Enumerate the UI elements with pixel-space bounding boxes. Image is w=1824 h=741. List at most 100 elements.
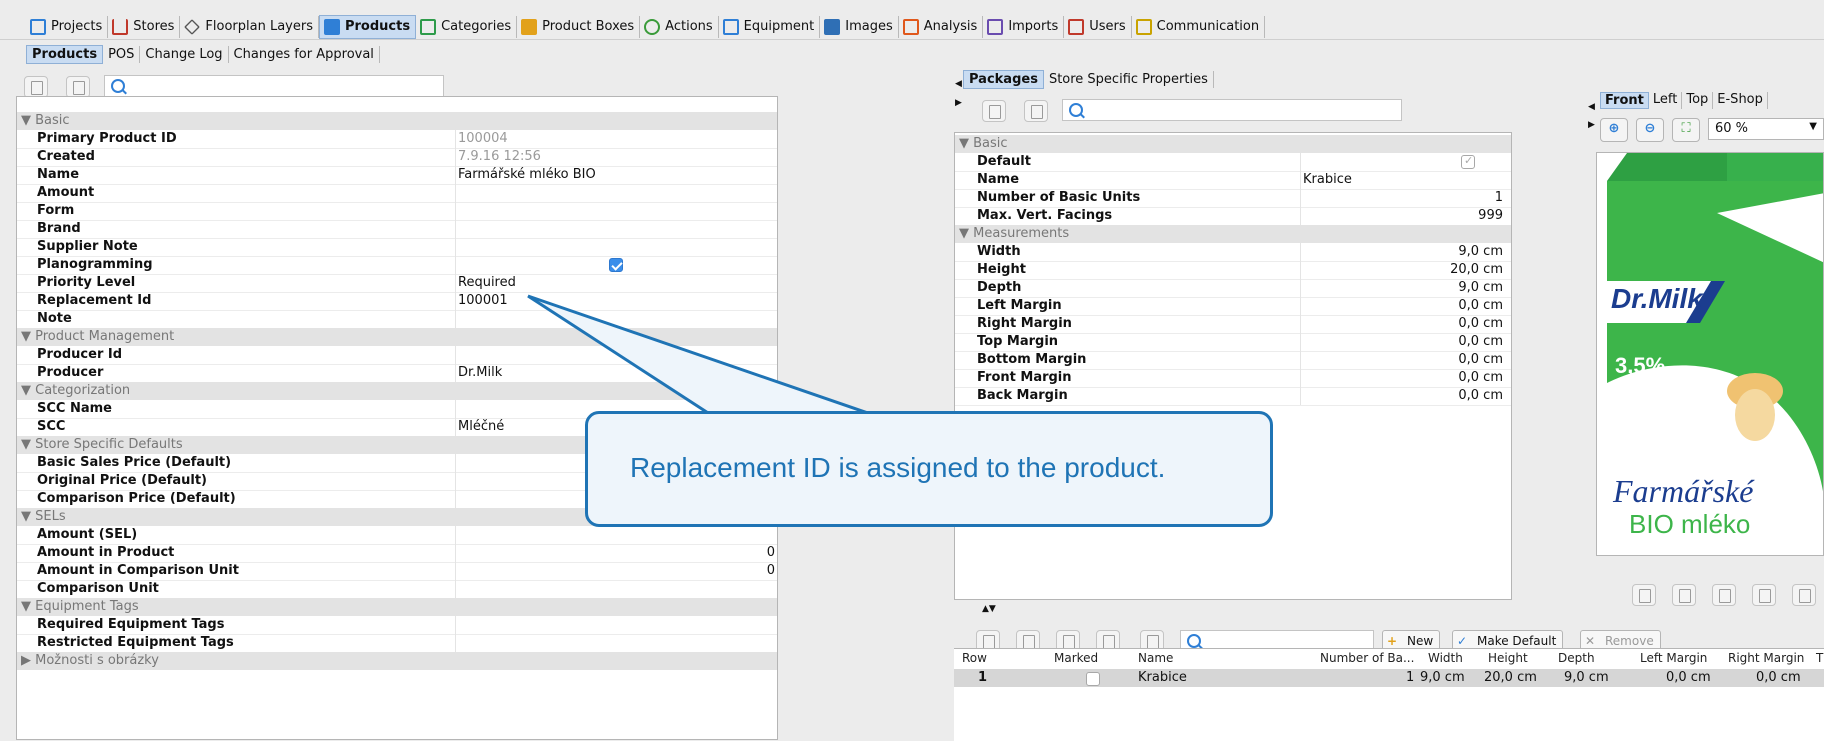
col-name[interactable]: Name	[1138, 651, 1173, 665]
tab-change-log[interactable]: Change Log	[140, 45, 229, 63]
package-copy-button[interactable]	[982, 100, 1006, 122]
communication-icon	[1135, 18, 1152, 35]
row-created[interactable]: Created 7.9.16 12:56	[17, 148, 777, 167]
image-collapse-arrow[interactable]: ◀	[1588, 102, 1595, 112]
pkg-row-left-margin[interactable]: Left Margin 0,0 cm	[955, 297, 1511, 316]
row-supplier-note[interactable]: Supplier Note	[17, 238, 777, 257]
row-brand[interactable]: Brand	[17, 220, 777, 239]
col-left-margin[interactable]: Left Margin	[1640, 651, 1707, 665]
pkg-row-width[interactable]: Width 9,0 cm	[955, 243, 1511, 262]
product-subtabs: Products POS Change Log Changes for Appr…	[26, 44, 380, 64]
col-width[interactable]: Width	[1428, 651, 1463, 665]
property-search-input[interactable]	[104, 75, 444, 97]
col-right-margin[interactable]: Right Margin	[1728, 651, 1804, 665]
row-primary-id[interactable]: Primary Product ID 100004	[17, 130, 777, 149]
section-image-options[interactable]: ▶ Možnosti s obrázky	[17, 652, 777, 670]
zoom-out-button[interactable]: ⊖	[1636, 118, 1664, 142]
row-restricted-equipment-tags[interactable]: Restricted Equipment Tags	[17, 634, 777, 653]
package-paste-button[interactable]	[1024, 100, 1048, 122]
planogramming-checkbox[interactable]	[609, 258, 623, 272]
row-amount-in-product[interactable]: Amount in Product 0	[17, 544, 777, 563]
pkg-section-basic[interactable]: ▼ Basic	[955, 135, 1511, 153]
pkg-row-right-margin[interactable]: Right Margin 0,0 cm	[955, 315, 1511, 334]
menu-analysis[interactable]: Analysis	[899, 15, 984, 38]
package-tabs: Packages Store Specific Properties	[963, 69, 1214, 89]
menu-stores[interactable]: Stores	[108, 15, 181, 38]
tab-packages[interactable]: Packages	[963, 69, 1044, 89]
plus-icon: +	[1387, 634, 1398, 648]
fat-label: 3,5%	[1615, 353, 1666, 378]
search-icon	[111, 79, 125, 93]
tab-front[interactable]: Front	[1600, 92, 1649, 109]
menu-categories[interactable]: Categories	[416, 15, 518, 38]
export-image-button[interactable]	[1792, 584, 1816, 606]
zoom-in-button[interactable]: ⊕	[1600, 118, 1628, 142]
col-t[interactable]: T	[1816, 651, 1823, 665]
menu-users[interactable]: Users	[1064, 15, 1132, 38]
row-name[interactable]: Name Farmářské mléko BIO	[17, 166, 777, 185]
menu-projects[interactable]: Projects	[26, 15, 109, 38]
tab-top[interactable]: Top	[1682, 92, 1714, 109]
menu-products[interactable]: Products	[318, 14, 417, 39]
tab-changes-for-approval[interactable]: Changes for Approval	[229, 45, 380, 63]
row-amount-in-comparison-unit[interactable]: Amount in Comparison Unit 0	[17, 562, 777, 581]
menu-images[interactable]: Images	[820, 15, 899, 38]
image-expand-arrow[interactable]: ▶	[1588, 120, 1595, 130]
pkg-row-depth[interactable]: Depth 9,0 cm	[955, 279, 1511, 298]
package-search-input[interactable]	[1062, 99, 1402, 121]
row-comparison-unit[interactable]: Comparison Unit	[17, 580, 777, 599]
menu-equipment[interactable]: Equipment	[719, 15, 821, 38]
expand-right-arrow[interactable]: ▶	[955, 98, 962, 108]
tab-pos[interactable]: POS	[103, 45, 141, 63]
pkg-row-name[interactable]: Name Krabice	[955, 171, 1511, 190]
default-checkbox[interactable]	[1461, 154, 1475, 169]
rotate-image-button[interactable]	[1672, 584, 1696, 606]
tab-e-shop[interactable]: E-Shop	[1713, 92, 1768, 109]
crop-image-button[interactable]	[1712, 584, 1736, 606]
col-height[interactable]: Height	[1488, 651, 1528, 665]
col-basic-units[interactable]: Number of Ba...	[1320, 651, 1414, 665]
pkg-row-max-facings[interactable]: Max. Vert. Facings 999	[955, 207, 1511, 226]
edit-image-button[interactable]	[1632, 584, 1656, 606]
chevron-down-icon: ▼	[1809, 121, 1817, 132]
tab-store-specific-properties[interactable]: Store Specific Properties	[1044, 70, 1214, 88]
product-boxes-icon	[521, 18, 538, 35]
pkg-row-front-margin[interactable]: Front Margin 0,0 cm	[955, 369, 1511, 388]
section-equipment-tags[interactable]: ▼ Equipment Tags	[17, 598, 777, 616]
pkg-section-measurements[interactable]: ▼ Measurements	[955, 225, 1511, 243]
copy-button[interactable]	[24, 76, 48, 98]
tab-products[interactable]: Products	[26, 44, 104, 64]
splitter-arrows[interactable]: ▲▼	[982, 604, 996, 614]
pkg-row-bottom-margin[interactable]: Bottom Margin 0,0 cm	[955, 351, 1511, 370]
row-marked-checkbox[interactable]	[1086, 672, 1100, 686]
row-amount[interactable]: Amount	[17, 184, 777, 203]
pkg-row-back-margin[interactable]: Back Margin 0,0 cm	[955, 387, 1511, 406]
pkg-row-basic-units[interactable]: Number of Basic Units 1	[955, 189, 1511, 208]
row-form[interactable]: Form	[17, 202, 777, 221]
pkg-row-height[interactable]: Height 20,0 cm	[955, 261, 1511, 280]
zoom-select[interactable]: 60 % ▼	[1708, 118, 1824, 140]
col-depth[interactable]: Depth	[1558, 651, 1595, 665]
collapse-left-arrow[interactable]: ◀	[955, 79, 962, 89]
row-planogramming[interactable]: Planogramming	[17, 256, 777, 275]
main-menu-bar: Projects Stores Floorplan Layers Product…	[0, 14, 1824, 40]
fit-button[interactable]: ⛶	[1672, 118, 1700, 142]
import-image-button[interactable]	[1752, 584, 1776, 606]
menu-floorplan-layers[interactable]: Floorplan Layers	[180, 15, 319, 38]
menu-actions[interactable]: Actions	[640, 15, 719, 38]
section-basic[interactable]: ▼ Basic	[17, 112, 777, 130]
row-required-equipment-tags[interactable]: Required Equipment Tags	[17, 616, 777, 635]
pkg-row-top-margin[interactable]: Top Margin 0,0 cm	[955, 333, 1511, 352]
imports-icon	[987, 18, 1004, 35]
tab-left[interactable]: Left	[1649, 92, 1683, 109]
callout-pointer	[527, 294, 895, 424]
pkg-row-default[interactable]: Default	[955, 153, 1511, 172]
col-row[interactable]: Row	[962, 651, 987, 665]
paste-button[interactable]	[66, 76, 90, 98]
menu-imports[interactable]: Imports	[983, 15, 1065, 38]
menu-communication[interactable]: Communication	[1132, 15, 1266, 38]
col-marked[interactable]: Marked	[1054, 651, 1098, 665]
menu-product-boxes[interactable]: Product Boxes	[517, 15, 641, 38]
row-amount-sel[interactable]: Amount (SEL)	[17, 526, 777, 545]
zoom-in-icon: ⊕	[1608, 121, 1620, 136]
